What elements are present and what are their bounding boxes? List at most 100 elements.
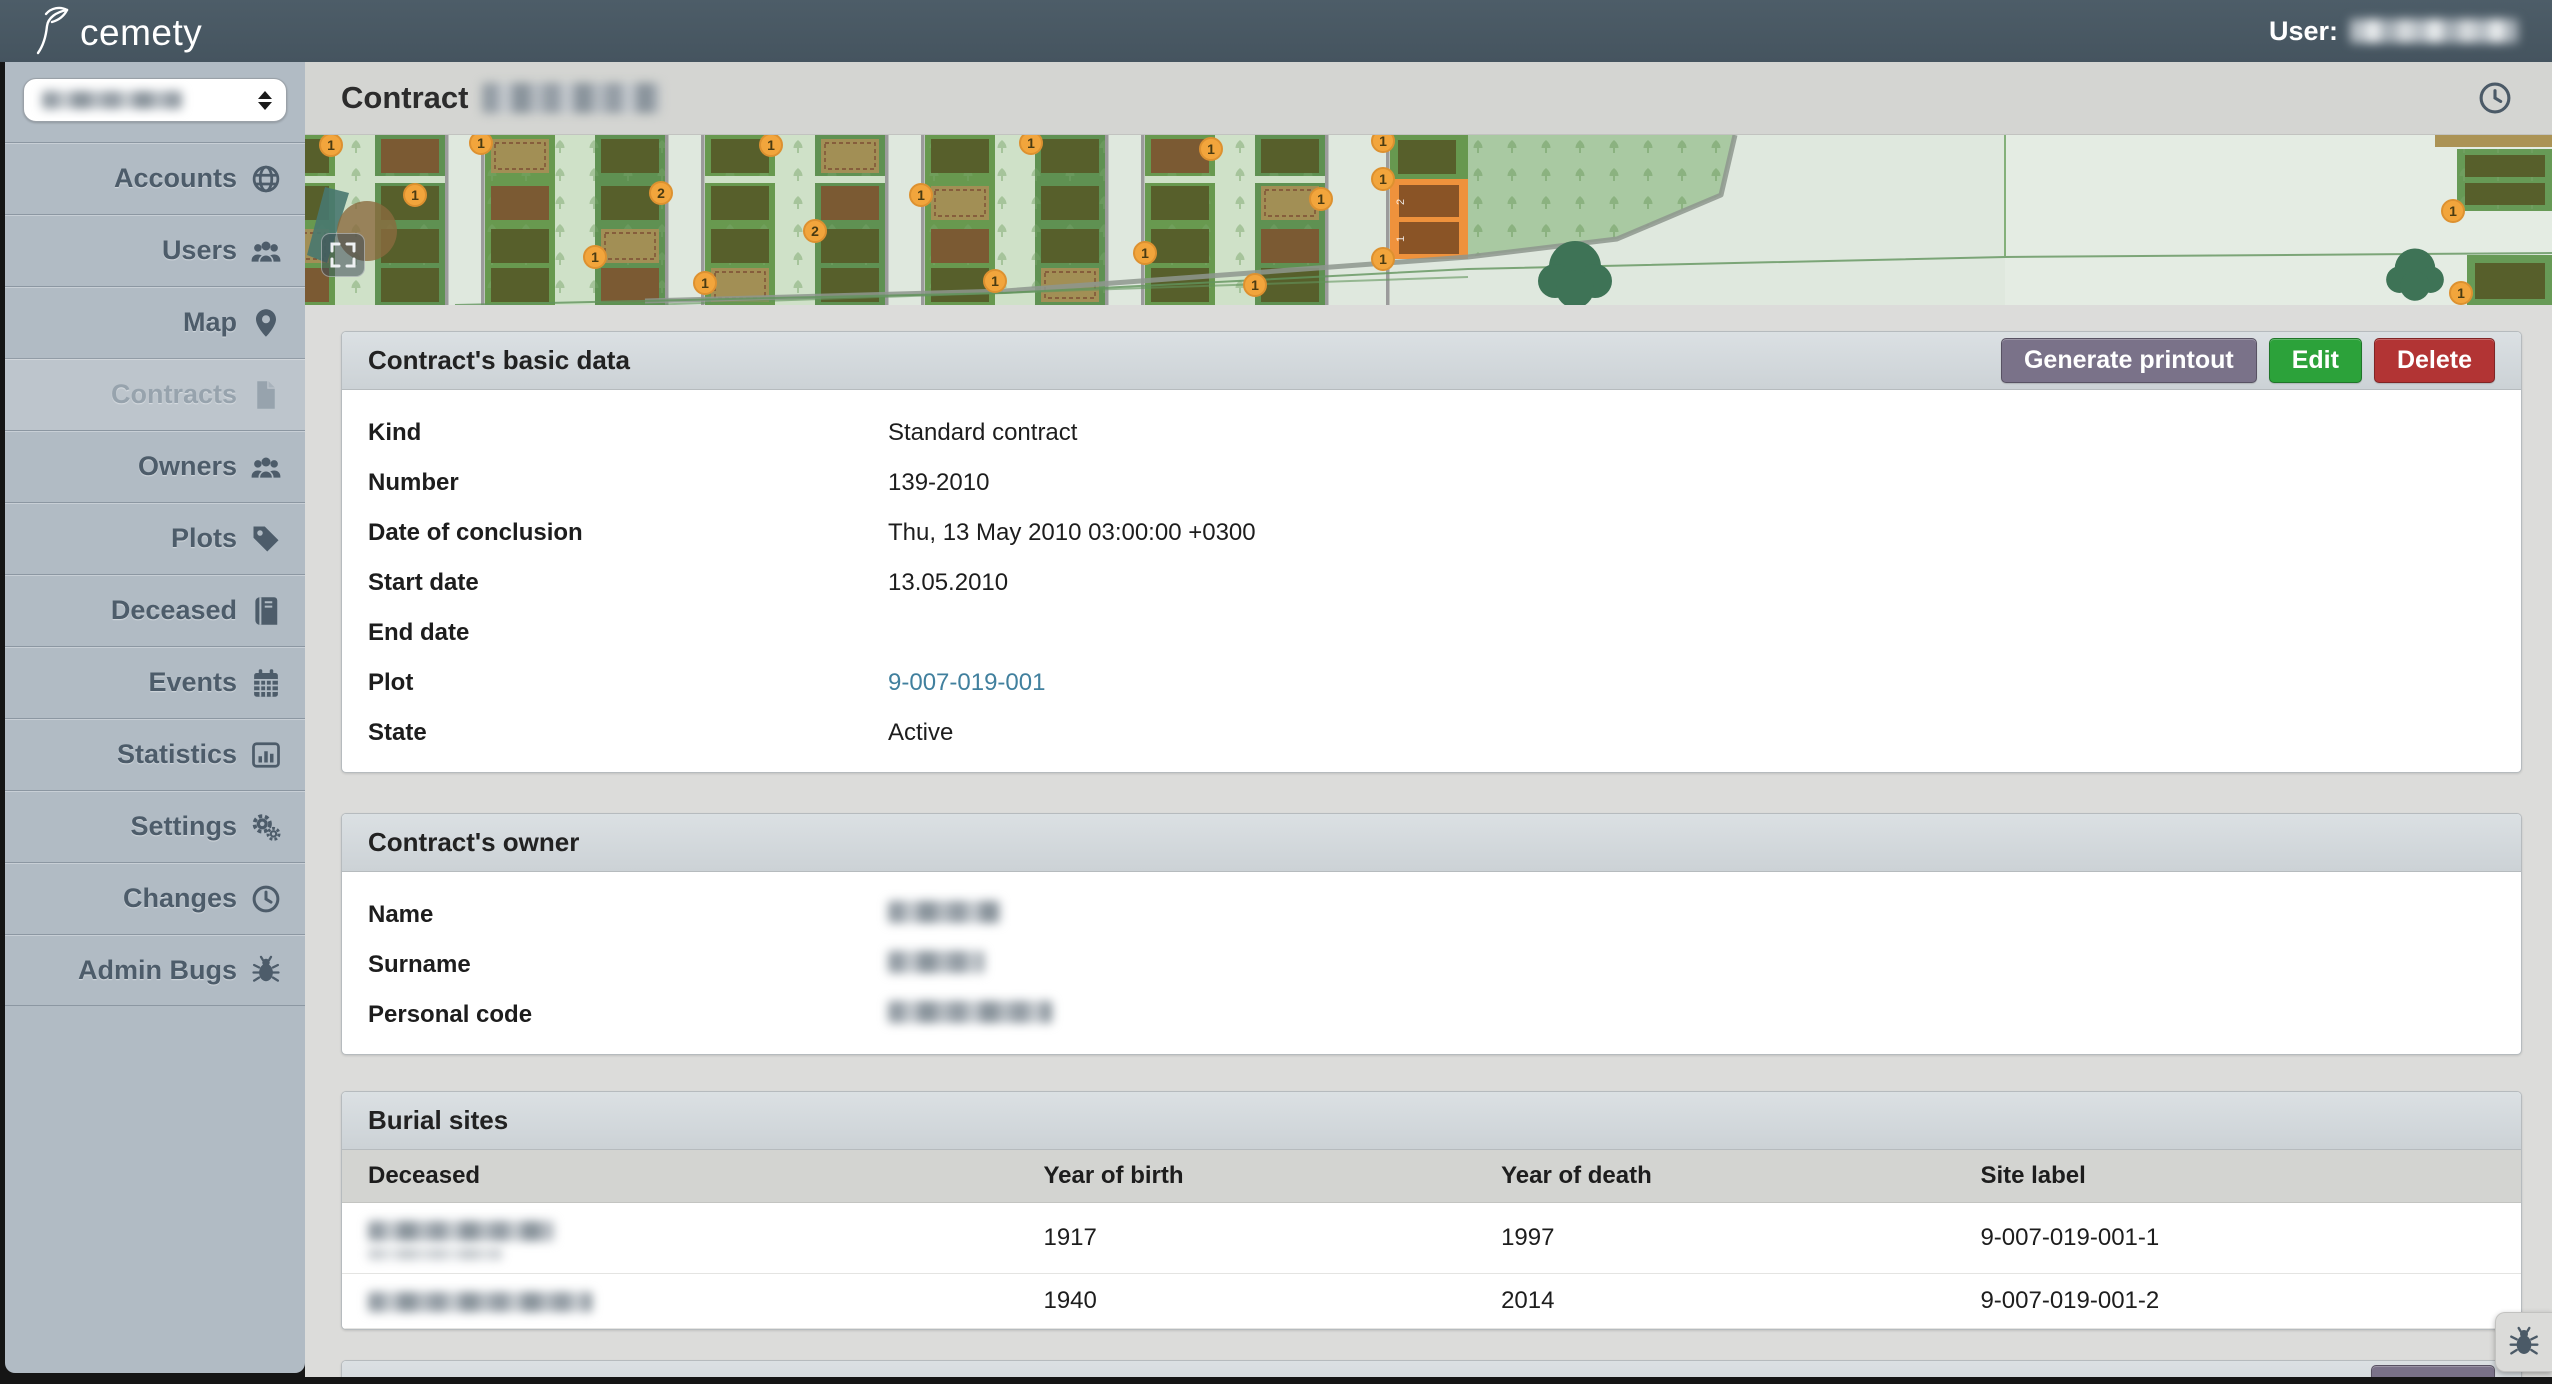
main-content: Contract 2 1 1 1 1 1 2 1 1 2 1 1 1 1 1 1 1 1 1 1 1 1 Contract…	[305, 62, 2552, 1377]
plot-link[interactable]: 9-007-019-001	[888, 669, 1045, 697]
sidebar-menu: Accounts Users Map Contracts Owners Plot…	[5, 142, 305, 1006]
svg-text:1: 1	[2449, 203, 2457, 219]
svg-text:2: 2	[657, 185, 665, 201]
panel-owner-header: Contract's owner	[342, 814, 2521, 872]
sidebar: Accounts Users Map Contracts Owners Plot…	[5, 62, 305, 1373]
burial-sites-table: Deceased Year of birth Year of death Sit…	[342, 1150, 2521, 1329]
svg-text:2: 2	[811, 223, 819, 239]
info-row-start-date: Start date 13.05.2010	[368, 569, 1009, 596]
sidebar-item-users[interactable]: Users	[5, 214, 305, 286]
sidebar-item-settings[interactable]: Settings	[5, 790, 305, 862]
delete-button[interactable]: Delete	[2373, 338, 2495, 383]
select-arrows-icon	[258, 90, 272, 110]
owner-name-redacted	[888, 901, 1000, 923]
account-select[interactable]	[23, 78, 287, 122]
calendar-icon	[251, 668, 281, 698]
col-year-of-birth: Year of birth	[1017, 1150, 1476, 1203]
contract-number-redacted	[482, 83, 661, 113]
svg-text:1: 1	[1207, 141, 1215, 157]
account-select-value-redacted	[42, 91, 182, 109]
svg-text:1: 1	[701, 275, 709, 291]
map-expand-button[interactable]	[321, 233, 365, 277]
page-title: Contract	[341, 80, 661, 116]
info-row-plot: Plot 9-007-019-001	[368, 669, 1046, 697]
content-area: Contract's basic data Generate printout …	[305, 305, 2552, 1377]
svg-text:1: 1	[411, 187, 419, 203]
col-year-of-death: Year of death	[1475, 1150, 1955, 1203]
info-row-surname: Surname	[342, 940, 2521, 990]
svg-text:1: 1	[1379, 135, 1387, 149]
info-row-number: Number 139-2010	[368, 469, 990, 496]
history-clock-icon[interactable]	[2478, 81, 2512, 115]
top-navbar: cemety User:	[0, 0, 2552, 62]
svg-text:1: 1	[1317, 191, 1325, 207]
book-icon	[251, 596, 281, 626]
sidebar-item-plots[interactable]: Plots	[5, 502, 305, 574]
info-row-date-of-conclusion: Date of conclusion Thu, 13 May 2010 03:0…	[368, 519, 1256, 546]
info-row-kind: Kind Standard contract	[368, 419, 1078, 446]
users-icon	[251, 236, 281, 266]
svg-text:1: 1	[2457, 285, 2465, 301]
sidebar-item-map[interactable]: Map	[5, 286, 305, 358]
burial-row-2[interactable]: 1940 2014 9-007-019-001-2	[342, 1273, 2521, 1329]
burial-row-1[interactable]: 1917 1997 9-007-019-001-1	[342, 1202, 2521, 1274]
globe-icon	[251, 164, 281, 194]
svg-text:1: 1	[1395, 236, 1407, 242]
deceased-name-redacted	[368, 1291, 592, 1312]
user-label: User:	[2268, 15, 2338, 46]
sidebar-item-changes[interactable]: Changes	[5, 862, 305, 934]
gears-icon	[251, 812, 281, 842]
svg-text:1: 1	[477, 135, 485, 151]
tag-icon	[251, 524, 281, 554]
deceased-name-cell	[342, 1202, 1018, 1274]
svg-text:2: 2	[1395, 199, 1407, 205]
deceased-name-cell	[342, 1273, 1018, 1329]
info-row-personal-code: Personal code	[342, 990, 2521, 1040]
sidebar-item-owners[interactable]: Owners	[5, 430, 305, 502]
svg-text:1: 1	[917, 187, 925, 203]
cemetery-map-graphic: 2 1 1 1 1 1 2 1 1 2 1 1 1 1 1 1 1 1 1 1 1 1	[305, 135, 2552, 305]
sidebar-item-statistics[interactable]: Statistics	[5, 718, 305, 790]
svg-text:1: 1	[327, 137, 335, 153]
panel-bills: Bills Create Number Total Created on Pri…	[341, 1360, 2522, 1377]
deceased-subtext-redacted	[368, 1248, 502, 1260]
file-icon	[251, 380, 281, 410]
sidebar-item-admin-bugs[interactable]: Admin Bugs	[5, 934, 305, 1006]
edit-button[interactable]: Edit	[2268, 338, 2362, 383]
panel-title: Burial sites	[368, 1105, 509, 1135]
panel-burial-sites: Burial sites Deceased Year of birth Year…	[341, 1091, 2522, 1330]
col-deceased: Deceased	[342, 1150, 1018, 1203]
bug-icon	[2509, 1326, 2539, 1355]
bar-chart-icon	[251, 740, 281, 770]
svg-text:1: 1	[1379, 171, 1387, 187]
info-row-name: Name	[342, 890, 2521, 940]
create-bill-button[interactable]: Create	[2371, 1365, 2495, 1377]
user-info: User:	[2269, 16, 2518, 47]
col-site-label: Site label	[1954, 1150, 2521, 1203]
svg-text:1: 1	[1027, 135, 1035, 151]
info-row-end-date: End date	[368, 619, 470, 646]
panel-title: Contract's owner	[368, 827, 580, 857]
cemety-logo[interactable]: cemety	[34, 0, 202, 62]
svg-text:1: 1	[767, 137, 775, 153]
sidebar-item-deceased[interactable]: Deceased	[5, 574, 305, 646]
svg-text:1: 1	[1251, 277, 1259, 293]
svg-text:1: 1	[991, 273, 999, 289]
cemetery-map[interactable]: 2 1 1 1 1 1 2 1 1 2 1 1 1 1 1 1 1 1 1 1 1 1	[305, 135, 2552, 305]
sidebar-item-accounts[interactable]: Accounts	[5, 142, 305, 214]
page-header: Contract	[305, 62, 2552, 135]
sidebar-item-contracts[interactable]: Contracts	[5, 358, 305, 430]
clock-icon	[251, 884, 281, 914]
panel-bills-header: Bills Create	[342, 1361, 2521, 1377]
brand-name: cemety	[80, 12, 203, 53]
panel-title: Contract's basic data	[368, 345, 630, 375]
svg-text:1: 1	[591, 249, 599, 265]
panel-basic-data-header: Contract's basic data Generate printout …	[342, 332, 2521, 390]
owner-surname-redacted	[888, 951, 984, 973]
report-bug-button[interactable]	[2495, 1312, 2552, 1372]
users-icon	[251, 452, 281, 482]
info-row-state: State Active	[368, 719, 954, 746]
sidebar-item-events[interactable]: Events	[5, 646, 305, 718]
panel-owner: Contract's owner Name Surname Personal c…	[341, 813, 2522, 1055]
generate-printout-button[interactable]: Generate printout	[2000, 338, 2257, 383]
